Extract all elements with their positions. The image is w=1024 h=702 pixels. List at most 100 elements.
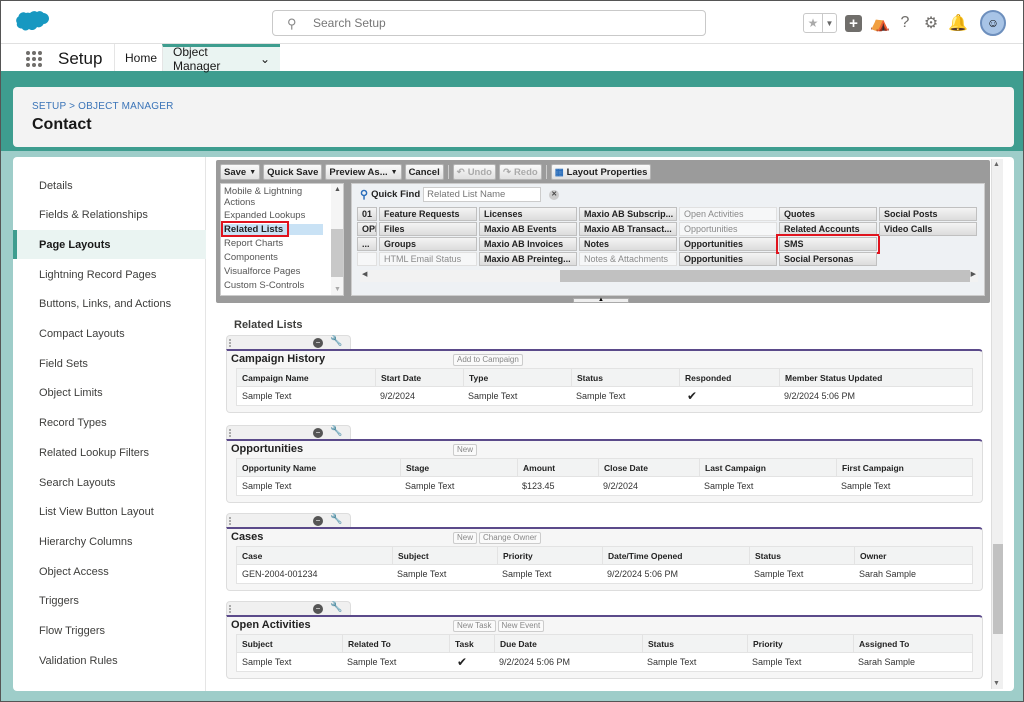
palette-item[interactable]: Notes & Attachments <box>579 252 677 266</box>
sidebar-item-triggers[interactable]: Triggers <box>13 587 206 616</box>
wrench-icon[interactable]: 🔧 <box>330 514 342 525</box>
palette-item[interactable]: Video Calls <box>879 222 977 236</box>
trailhead-icon[interactable]: ⛺ <box>870 13 890 33</box>
quick-find-input[interactable] <box>423 187 542 202</box>
palette-category[interactable]: Report Charts <box>224 238 283 249</box>
related-list-button[interactable]: New Task <box>453 620 496 632</box>
sidebar-item-record-types[interactable]: Record Types <box>13 409 206 438</box>
sidebar-item-hierarchy-columns[interactable]: Hierarchy Columns <box>13 527 206 556</box>
scroll-thumb[interactable] <box>560 270 970 282</box>
remove-icon[interactable]: − <box>313 516 323 526</box>
scroll-down-icon[interactable]: ▼ <box>993 680 1000 687</box>
related-list-button[interactable]: Change Owner <box>479 532 541 544</box>
palette-item[interactable]: Maxio AB Events <box>479 222 577 236</box>
palette-item[interactable]: Quotes <box>779 207 877 221</box>
sidebar-item-details[interactable]: Details <box>13 171 206 200</box>
palette-item[interactable]: Opportunities <box>679 222 777 236</box>
remove-icon[interactable]: − <box>313 338 323 348</box>
favorites-control[interactable]: ★ ▼ <box>803 13 837 33</box>
palette-collapse-handle[interactable]: ▲ <box>573 297 629 303</box>
sidebar-item-related-lookup-filters[interactable]: Related Lookup Filters <box>13 438 206 467</box>
palette-category[interactable]: Visualforce Pages <box>224 266 300 277</box>
wrench-icon[interactable]: 🔧 <box>330 336 342 347</box>
palette-item[interactable]: Opportunities <box>679 237 777 251</box>
related-list-handle[interactable]: − 🔧 <box>226 425 351 439</box>
related-list-button[interactable]: Add to Campaign <box>453 354 523 366</box>
save-dropdown-icon[interactable]: ▼ <box>249 169 256 176</box>
sidebar-item-compact-layouts[interactable]: Compact Layouts <box>13 320 206 349</box>
scroll-thumb[interactable] <box>993 544 1003 634</box>
palette-category[interactable]: Expanded Lookups <box>224 210 305 221</box>
scroll-thumb[interactable] <box>331 229 343 277</box>
scroll-up-icon[interactable]: ▲ <box>334 186 341 193</box>
undo-button[interactable]: ↶ Undo <box>452 164 496 180</box>
palette-item[interactable]: Social Posts <box>879 207 977 221</box>
preview-as-button[interactable]: Preview As... ▼ <box>325 164 402 180</box>
app-launcher-icon[interactable] <box>26 51 42 67</box>
palette-item[interactable]: Opportunities <box>679 252 777 266</box>
related-list-handle[interactable]: − 🔧 <box>226 601 351 615</box>
chevron-down-icon[interactable]: ⌄ <box>260 52 270 66</box>
sidebar-item-search-layouts[interactable]: Search Layouts <box>13 468 206 497</box>
wrench-icon[interactable]: 🔧 <box>330 426 342 437</box>
related-list-handle[interactable]: − 🔧 <box>226 335 351 349</box>
category-scrollbar[interactable]: ▲ ▼ <box>331 184 343 295</box>
palette-category[interactable]: Components <box>224 252 278 263</box>
palette-item[interactable]: Maxio AB Transact... <box>579 222 677 236</box>
palette-item[interactable]: Maxio AB Subscrip... <box>579 207 677 221</box>
breadcrumb[interactable]: SETUP > OBJECT MANAGER <box>32 101 174 112</box>
sidebar-item-flow-triggers[interactable]: Flow Triggers <box>13 617 206 646</box>
related-list-button[interactable]: New Event <box>497 620 545 632</box>
layout-properties-button[interactable]: ▦ Layout Properties <box>550 164 652 180</box>
global-actions-plus-icon[interactable]: + <box>845 14 862 32</box>
tab-home[interactable]: Home <box>114 44 167 71</box>
sidebar-item-validation-rules[interactable]: Validation Rules <box>13 646 206 675</box>
sidebar-item-buttons-links-and-actions[interactable]: Buttons, Links, and Actions <box>13 290 206 319</box>
gear-icon[interactable]: ⚙ <box>922 13 940 33</box>
scroll-left-icon[interactable]: ◀ <box>362 270 367 278</box>
palette-item[interactable]: Files <box>379 222 477 236</box>
drag-grip-icon[interactable] <box>229 605 231 613</box>
search-input[interactable] <box>313 14 693 32</box>
related-list-handle[interactable]: − 🔧 <box>226 513 351 527</box>
avatar[interactable]: ☺ <box>980 10 1006 36</box>
clear-icon[interactable]: ✕ <box>549 189 560 200</box>
remove-icon[interactable]: − <box>313 428 323 438</box>
redo-button[interactable]: ↷ Redo <box>498 164 542 180</box>
palette-item[interactable] <box>357 252 377 266</box>
sidebar-item-lightning-record-pages[interactable]: Lightning Record Pages <box>13 260 206 289</box>
palette-item[interactable]: Social Personas <box>779 252 877 266</box>
related-list-button[interactable]: New <box>453 532 478 544</box>
palette-item[interactable]: Open Activities <box>679 207 777 221</box>
drag-grip-icon[interactable] <box>229 517 231 525</box>
remove-icon[interactable]: − <box>313 604 323 614</box>
notification-bell-icon[interactable]: 🔔 <box>948 13 968 33</box>
favorites-dropdown-icon[interactable]: ▼ <box>822 14 836 32</box>
scroll-down-icon[interactable]: ▼ <box>334 286 341 293</box>
cancel-button[interactable]: Cancel <box>404 164 444 180</box>
palette-item[interactable]: Licenses <box>479 207 577 221</box>
palette-item[interactable]: ... <box>357 237 377 251</box>
sidebar-item-field-sets[interactable]: Field Sets <box>13 349 206 378</box>
palette-category[interactable]: Custom S-Controls <box>224 280 304 291</box>
palette-item[interactable]: Groups <box>379 237 477 251</box>
palette-category[interactable]: Mobile & Lightning Actions <box>224 186 319 208</box>
favorites-star-icon[interactable]: ★ <box>804 14 822 32</box>
related-list-button[interactable]: New <box>453 444 478 456</box>
scroll-up-icon[interactable]: ▲ <box>993 161 1000 168</box>
quick-save-button[interactable]: Quick Save <box>263 164 323 180</box>
sidebar-item-object-limits[interactable]: Object Limits <box>13 379 206 408</box>
palette-item[interactable]: HTML Email Status <box>379 252 477 266</box>
main-vertical-scrollbar[interactable]: ▲ ▼ <box>991 159 1003 689</box>
save-button[interactable]: Save ▼ <box>220 164 261 180</box>
palette-item[interactable]: Notes <box>579 237 677 251</box>
sidebar-item-fields-relationships[interactable]: Fields & Relationships <box>13 201 206 230</box>
sidebar-item-list-view-button-layout[interactable]: List View Button Layout <box>13 498 206 527</box>
wrench-icon[interactable]: 🔧 <box>330 602 342 613</box>
search-setup[interactable]: ⚲ <box>272 10 706 36</box>
palette-item[interactable]: OPE... <box>357 222 377 236</box>
palette-item[interactable]: 01 <box>357 207 377 221</box>
palette-horizontal-scrollbar[interactable]: ◀ ▶ <box>360 270 978 282</box>
scroll-right-icon[interactable]: ▶ <box>971 270 976 278</box>
palette-item[interactable]: Maxio AB Invoices <box>479 237 577 251</box>
